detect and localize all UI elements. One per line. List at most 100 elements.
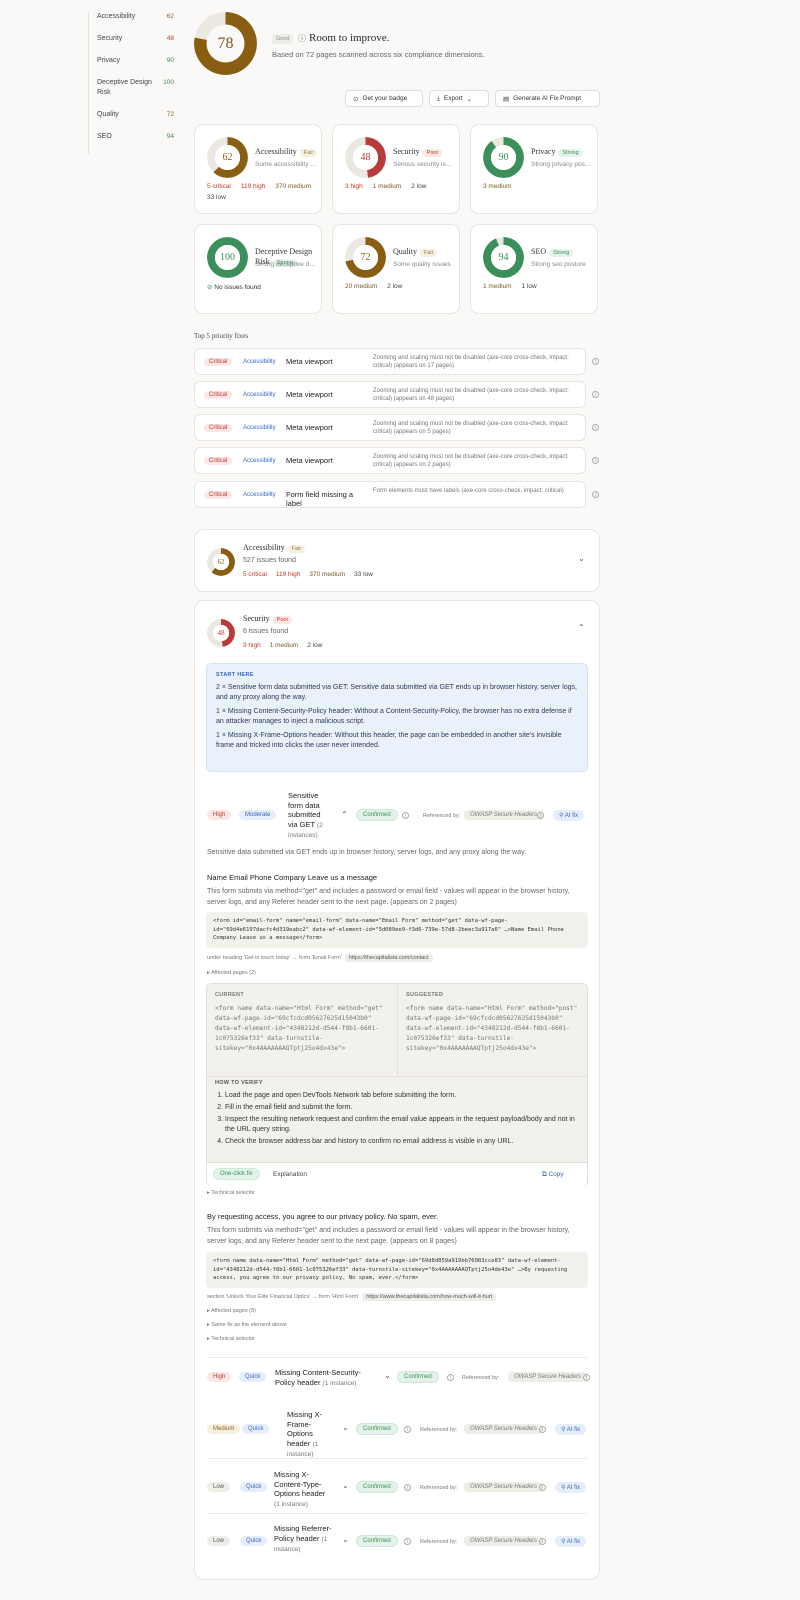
info-icon[interactable]: ⓘ — [298, 34, 306, 43]
export-button[interactable]: ⤓ Export ⌄ — [429, 90, 489, 107]
owasp-reference[interactable]: OWASP Secure Headers — [464, 1536, 544, 1546]
sidebar-item-seo[interactable]: SEO 94 — [97, 132, 174, 142]
category-tag: Accessibility — [243, 392, 276, 398]
info-icon[interactable]: i — [447, 1374, 454, 1381]
info-icon[interactable]: i — [592, 358, 599, 365]
info-icon[interactable]: i — [404, 1538, 411, 1545]
score-value: 90 — [498, 152, 509, 163]
fix-description: Zooming and scaling must not be disabled… — [373, 355, 569, 369]
info-icon[interactable]: i — [404, 1426, 411, 1433]
affected-pages-toggle[interactable]: ▸ Affected pages (8) — [207, 1308, 256, 1314]
overall-subtitle: Based on 72 pages scanned across six com… — [272, 50, 485, 59]
sidebar-item-accessibility[interactable]: Accessibility 62 — [97, 12, 174, 22]
chevron-up-icon[interactable]: ⌃ — [578, 623, 585, 632]
score-card-quality[interactable]: 72 Quality Fair Some quality issues 20 me… — [332, 224, 460, 314]
fix-description: Zooming and scaling must not be disabled… — [373, 421, 569, 435]
info-icon[interactable]: i — [539, 1426, 546, 1433]
chevron-down-icon[interactable]: ⌄ — [342, 1481, 349, 1490]
sidebar-item-score: 48 — [166, 35, 174, 42]
get-badge-button[interactable]: ⊙ Get your badge — [345, 90, 423, 107]
chevron-down-icon[interactable]: ⌄ — [342, 1535, 349, 1544]
severity-stat: 1 medium — [483, 283, 512, 290]
ai-fix-button[interactable]: ⚲ AI fix — [553, 810, 585, 821]
info-icon[interactable]: i — [592, 491, 599, 498]
chevron-down-icon[interactable]: ⌄ — [342, 1423, 349, 1432]
technical-selector-toggle[interactable]: ▸ Technical selector — [207, 1336, 255, 1342]
fix-title: Form field missing a label — [286, 490, 354, 508]
fair-badge: Fair — [299, 149, 318, 157]
sidebar-item-privacy[interactable]: Privacy 90 — [97, 56, 174, 66]
chevron-down-icon[interactable]: ⌄ — [384, 1371, 391, 1380]
severity-badge: Low — [207, 1536, 231, 1546]
same-fix-toggle[interactable]: ▸ Same fix as the element above — [207, 1322, 287, 1328]
sidebar-item-security[interactable]: Security 48 — [97, 34, 174, 44]
category-name: Privacy Strong — [531, 147, 583, 158]
accessibility-panel[interactable]: 62 Accessibility Fair 527 issues found 5 … — [194, 529, 600, 592]
check-circle-icon: ⊘ — [207, 284, 213, 291]
download-icon: ⤓ — [437, 94, 440, 102]
info-icon[interactable]: i — [583, 1374, 590, 1381]
priority-fix-row[interactable]: Critical Accessibility Meta viewport Zoo… — [194, 348, 586, 375]
element-location: under heading 'Get in touch today' → for… — [207, 954, 433, 962]
security-severity-stats: 3 high 1 medium 2 low — [243, 642, 323, 649]
priority-fix-row[interactable]: Critical Accessibility Meta viewport Zoo… — [194, 414, 586, 441]
owasp-reference[interactable]: OWASP Secure Headers — [464, 1424, 544, 1434]
info-icon[interactable]: i — [537, 812, 544, 819]
element-code-snippet: <form name data-name="Html Form" method=… — [206, 1252, 588, 1288]
score-card-privacy[interactable]: 90 Privacy Strong Strong privacy posture … — [470, 124, 598, 214]
issue-title[interactable]: Missing Content-Security-Policy header (… — [275, 1368, 373, 1388]
info-icon[interactable]: i — [539, 1538, 546, 1545]
instance-description: This form submits via method="get" and i… — [207, 1227, 570, 1245]
priority-fix-row[interactable]: Critical Accessibility Meta viewport Zoo… — [194, 447, 586, 474]
verify-step: Inspect the resulting network request an… — [225, 1115, 581, 1135]
referenced-by-label: Referenced by: — [423, 813, 461, 819]
issue-title[interactable]: Sensitive form data submitted via GET (2… — [288, 791, 332, 841]
sidebar-item-label: Security — [97, 35, 123, 42]
info-icon[interactable]: i — [592, 391, 599, 398]
issue-title[interactable]: Missing Referrer-Policy header (1 instan… — [274, 1524, 332, 1555]
suggested-code-text: <form name data-name="Html Form" method=… — [406, 1005, 578, 1052]
generate-ai-fix-prompt-button[interactable]: ▤ Generate AI Fix Prompt — [495, 90, 600, 107]
one-click-fix-tab[interactable]: One-click fix — [213, 1168, 260, 1180]
explanation-tab[interactable]: Explanation — [273, 1171, 307, 1178]
owasp-reference[interactable]: OWASP Secure Headers — [464, 810, 544, 820]
owasp-reference[interactable]: OWASP Secure Headers — [508, 1372, 588, 1382]
severity-badge: High — [207, 810, 232, 820]
info-icon[interactable]: i — [592, 424, 599, 431]
ai-fix-button[interactable]: ⚲ AI fix — [555, 1424, 587, 1435]
severity-stats: ⊘ No issues found — [207, 283, 319, 291]
category-name: Security Poor — [393, 147, 443, 158]
sidebar-item-deceptive-design-risk[interactable]: Deceptive Design Risk 100 — [97, 78, 174, 98]
copy-button[interactable]: ⧉ Copy — [542, 1171, 564, 1179]
start-here-box: START HERE 2 × Sensitive form data submi… — [206, 663, 588, 772]
instance-heading: By requesting access, you agree to our p… — [207, 1212, 439, 1221]
score-card-seo[interactable]: 94 SEO Strong Strong seo posture 1 medium… — [470, 224, 598, 314]
info-icon[interactable]: i — [539, 1484, 546, 1491]
info-icon[interactable]: i — [404, 1484, 411, 1491]
element-location: section 'Unlock Your Elite Financial Opt… — [207, 1293, 497, 1301]
referenced-by-label: Referenced by: — [420, 1539, 458, 1545]
priority-fix-row[interactable]: Critical Accessibility Meta viewport Zoo… — [194, 381, 586, 408]
score-card-accessibility[interactable]: 62 Accessibility Fair Some accessibility … — [194, 124, 322, 214]
owasp-reference[interactable]: OWASP Secure Headers — [464, 1482, 544, 1492]
score-card-deceptive-design-risk[interactable]: 100 Deceptive Design Risk Strong Strong d… — [194, 224, 322, 314]
strong-badge: Strong — [549, 249, 574, 257]
priority-fix-row[interactable]: Critical Accessibility Form field missin… — [194, 481, 586, 508]
score-card-security[interactable]: 48 Security Poor Serious security issues … — [332, 124, 460, 214]
info-icon[interactable]: i — [592, 457, 599, 464]
ai-fix-button[interactable]: ⚲ AI fix — [555, 1536, 587, 1547]
sidebar-item-quality[interactable]: Quality 72 — [97, 110, 174, 120]
chevron-up-icon[interactable]: ⌃ — [341, 810, 348, 819]
verify-step: Fill in the email field and submit the f… — [225, 1103, 581, 1113]
affected-pages-toggle[interactable]: ▸ Affected pages (2) — [207, 970, 256, 976]
ai-fix-button[interactable]: ⚲ AI fix — [555, 1482, 587, 1493]
info-icon[interactable]: i — [402, 812, 409, 819]
issue-title[interactable]: Missing X-Frame-Options header (1 instan… — [287, 1410, 329, 1460]
fix-title: Meta viewport — [286, 390, 333, 399]
chevron-down-icon[interactable]: ⌄ — [578, 554, 585, 563]
fix-tabs: One-click fix Explanation ⧉ Copy — [207, 1162, 587, 1186]
strong-badge: Strong — [558, 149, 583, 157]
fix-title: Meta viewport — [286, 423, 333, 432]
issue-title[interactable]: Missing X-Content-Type-Options header (1… — [274, 1470, 332, 1509]
technical-selector-toggle[interactable]: ▸ Technical selector — [207, 1190, 255, 1196]
